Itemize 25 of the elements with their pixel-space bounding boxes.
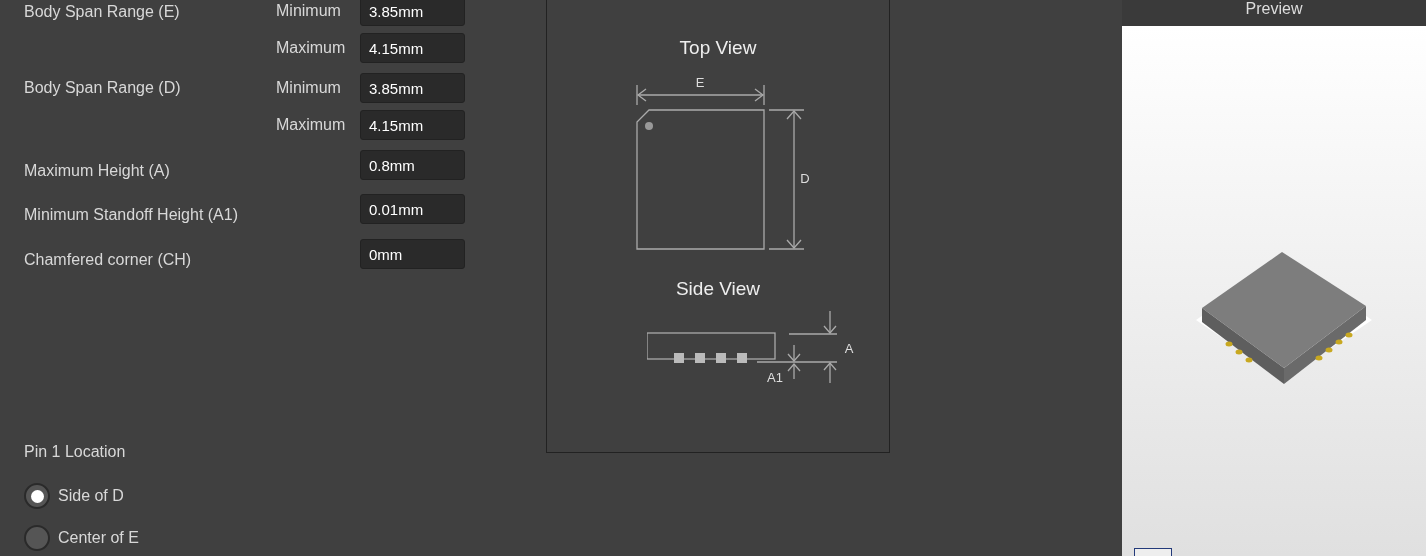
field-label: Minimum (276, 78, 342, 98)
parameter-label: Body Span Range (E) (24, 2, 181, 22)
field-label: Maximum (276, 115, 347, 135)
section-title: Pin 1 Location (24, 442, 127, 462)
side-view-drawing: A A1 (647, 309, 857, 389)
parameter-label: Minimum Standoff Height (A1) (24, 205, 239, 225)
diagram-title: Top View (679, 36, 757, 60)
radio-option[interactable]: Side of D (24, 483, 546, 509)
value-field[interactable]: 4.15mm (360, 33, 465, 63)
field-label: Maximum (276, 38, 347, 58)
preview-title: Preview (1245, 0, 1303, 19)
parameter-label: Chamfered corner (CH) (24, 250, 193, 270)
value-field[interactable]: 3.85mm (360, 0, 465, 26)
field-label: Minimum (276, 1, 342, 21)
value-field[interactable]: 0mm (360, 239, 465, 269)
radio-option[interactable]: Center of E (24, 525, 546, 551)
radio-button[interactable] (24, 483, 50, 509)
value-field[interactable]: 0.01mm (360, 194, 465, 224)
diagram-title: Side View (675, 276, 761, 301)
value-field[interactable]: 0.8mm (360, 150, 465, 180)
value-field[interactable]: 3.85mm (360, 73, 465, 103)
value-field[interactable]: 4.15mm (360, 110, 465, 140)
radio-button[interactable] (24, 525, 50, 551)
parameter-label: Body Span Range (D) (24, 78, 182, 98)
parameter-label: Maximum Height (A) (24, 161, 171, 181)
